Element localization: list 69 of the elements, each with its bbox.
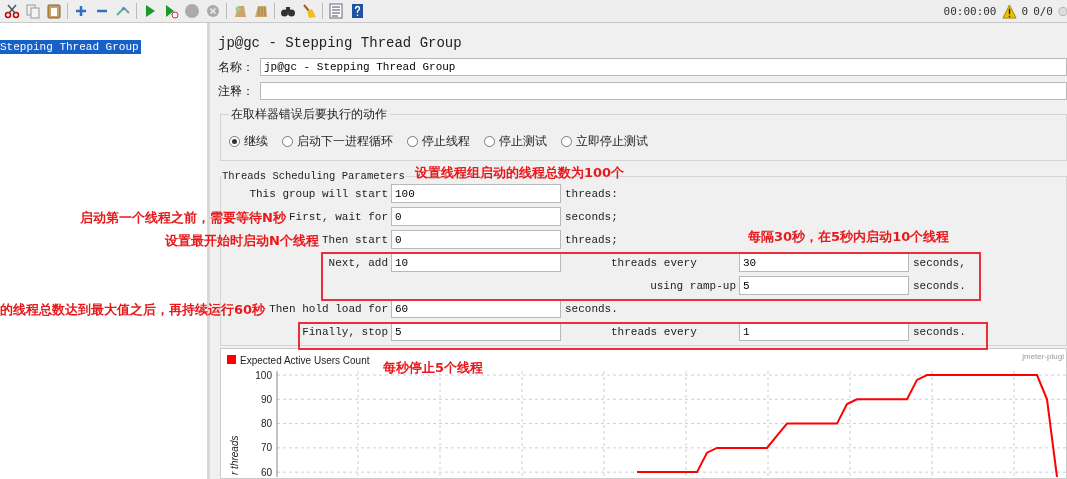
tree-item[interactable]: Stepping Thread Group	[0, 40, 141, 54]
clear-all-icon[interactable]	[253, 3, 269, 19]
radio-icon[interactable]	[282, 136, 293, 147]
group-title: 在取样器错误后要执行的动作	[230, 107, 388, 123]
field-label: threads every	[611, 325, 697, 338]
clear-icon[interactable]	[232, 3, 248, 19]
radio-option[interactable]: 继续	[229, 133, 268, 150]
unit-label: seconds.	[912, 325, 966, 338]
input-field[interactable]: 5	[739, 276, 909, 295]
panel-title: jp@gc - Stepping Thread Group	[218, 35, 463, 51]
radio-icon[interactable]	[484, 136, 495, 147]
tick-label: 80	[260, 418, 272, 430]
field-label: Next, add	[328, 256, 389, 269]
thread-count: 0/0	[1033, 4, 1053, 18]
play-no-pause-icon[interactable]	[163, 3, 179, 19]
tick-label: 70	[260, 442, 272, 454]
name-field[interactable]: jp@gc - Stepping Thread Group	[260, 58, 1067, 76]
unit-label: seconds,	[912, 256, 966, 269]
field-label: threads every	[611, 256, 697, 269]
stop-icon[interactable]	[184, 3, 200, 19]
radio-option[interactable]: 立即停止测试	[561, 133, 648, 150]
radio-option[interactable]: 停止测试	[484, 133, 547, 150]
axis-title: r threads	[229, 435, 240, 475]
unit-label: seconds;	[564, 210, 618, 223]
annotation-text: 设置线程组启动的线程总数为100个	[415, 164, 625, 182]
field-label: Finally, stop	[302, 325, 389, 338]
input-field[interactable]: 0	[391, 230, 561, 249]
broom-icon[interactable]	[301, 3, 317, 19]
help-icon[interactable]	[349, 3, 365, 19]
unit-label: seconds.	[912, 279, 966, 292]
unit-label: seconds.	[564, 302, 618, 315]
radio-icon[interactable]	[561, 136, 572, 147]
clipboard-icon[interactable]	[46, 3, 62, 19]
error-count: 0	[1021, 4, 1029, 18]
radio-option[interactable]: 停止线程	[407, 133, 470, 150]
field-label: Then start	[322, 233, 389, 246]
input-field[interactable]: 100	[391, 184, 561, 203]
annotation-text: 的线程总数达到最大值之后，再持续运行60秒	[0, 301, 266, 319]
unit-label: threads;	[564, 233, 618, 246]
field-label: 名称：	[218, 59, 255, 76]
radio-icon[interactable]	[407, 136, 418, 147]
input-field[interactable]: 0	[391, 207, 561, 226]
annotation-text: 设置最开始时启动N个线程	[165, 232, 319, 250]
elapsed-time: 00:00:00	[943, 4, 997, 18]
annotation-text: 每秒停止5个线程	[383, 359, 484, 377]
annotation-text: 启动第一个线程之前，需要等待N秒	[80, 209, 286, 227]
field-label: using ramp-up	[650, 279, 737, 292]
radio-option[interactable]: 启动下一进程循环	[282, 133, 393, 150]
tick-label: 60	[260, 466, 272, 477]
field-label: Then hold load for	[269, 302, 389, 315]
scissors-icon[interactable]	[4, 3, 20, 19]
legend-swatch-icon	[227, 355, 236, 364]
tick-label: 100	[255, 369, 272, 381]
copy-icon[interactable]	[25, 3, 41, 19]
plus-icon[interactable]	[73, 3, 89, 19]
group-title: Threads Scheduling Parameters	[221, 170, 406, 182]
field-label: 注释：	[218, 83, 255, 100]
list-icon[interactable]	[328, 3, 344, 19]
unit-label: threads:	[564, 187, 618, 200]
legend-label: Expected Active Users Count	[240, 354, 370, 366]
tick-label: 90	[260, 393, 272, 405]
warning-icon[interactable]	[1001, 3, 1017, 19]
field-label: This group will start	[249, 187, 389, 200]
comment-field[interactable]	[260, 82, 1067, 100]
chart-credit: jmeter-plugi	[1022, 352, 1064, 361]
field-label: First, wait for	[288, 210, 389, 223]
annotation-text: 每隔30秒，在5秒内启动10个线程	[748, 228, 950, 246]
shutdown-icon[interactable]	[205, 3, 221, 19]
radio-icon[interactable]	[229, 136, 240, 147]
